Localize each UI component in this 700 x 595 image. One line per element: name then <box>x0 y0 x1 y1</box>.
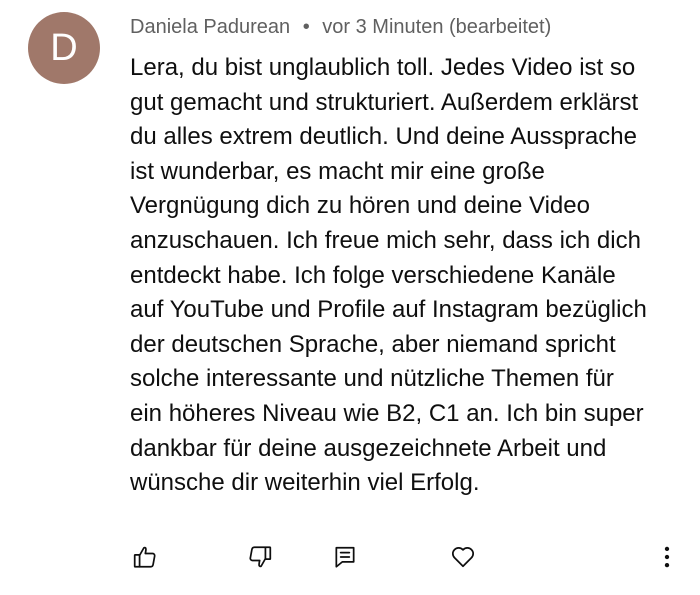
thumb-down-icon <box>249 546 272 568</box>
comment-line: du alles extrem deutlich. Und deine Auss… <box>130 123 637 151</box>
comment-line: Lera, du bist unglaublich toll. Jedes Vi… <box>130 54 636 81</box>
comment-text: Lera, du bist unglaublich toll. Jedes Vi… <box>130 51 685 501</box>
reply-button[interactable] <box>330 542 360 572</box>
comment-timestamp[interactable]: vor 3 Minuten (bearbeitet) <box>322 16 551 38</box>
like-button[interactable] <box>130 542 160 572</box>
comment-line: wünsche dir weiterhin viel Erfolg. <box>130 469 480 497</box>
comment-line: anzuschauen. Ich freue mich sehr, dass i… <box>130 226 641 254</box>
avatar[interactable]: D <box>28 12 100 84</box>
heart-icon <box>451 547 475 568</box>
comment-line: dankbar für deine ausgezeichnete Arbeit … <box>130 434 607 462</box>
reply-comment-icon <box>335 546 355 568</box>
comment-header: Daniela Padurean • vor 3 Minuten (bearbe… <box>130 14 551 40</box>
dislike-button[interactable] <box>245 542 275 572</box>
comment-line: der deutschen Sprache, aber niemand spri… <box>130 330 616 358</box>
more-options-button[interactable] <box>652 542 682 572</box>
comment-line: entdeckt habe. Ich folge verschiedene Ka… <box>130 261 616 289</box>
comment-line: gut gemacht und strukturiert. Außerdem e… <box>130 88 639 116</box>
comment-line: ist wunderbar, es macht mir eine große <box>130 157 545 185</box>
comment-line: solche interessante und nützliche Themen… <box>130 365 614 393</box>
author-name[interactable]: Daniela Padurean <box>130 16 290 38</box>
thumb-up-icon <box>133 546 156 568</box>
more-vertical-icon <box>664 546 670 568</box>
comment-line: Vergnügung dich zu hören und deine Video <box>130 192 590 220</box>
comment-actions <box>0 542 700 578</box>
header-separator: • <box>302 16 310 38</box>
comment-line: auf YouTube und Profile auf Instagram be… <box>130 296 647 324</box>
avatar-letter: D <box>50 26 78 69</box>
comment-line: ein höheres Niveau wie B2, C1 an. Ich bi… <box>130 399 644 427</box>
comment-thread: D Daniela Padurean • vor 3 Minuten (bear… <box>0 0 700 595</box>
heart-button[interactable] <box>448 542 478 572</box>
